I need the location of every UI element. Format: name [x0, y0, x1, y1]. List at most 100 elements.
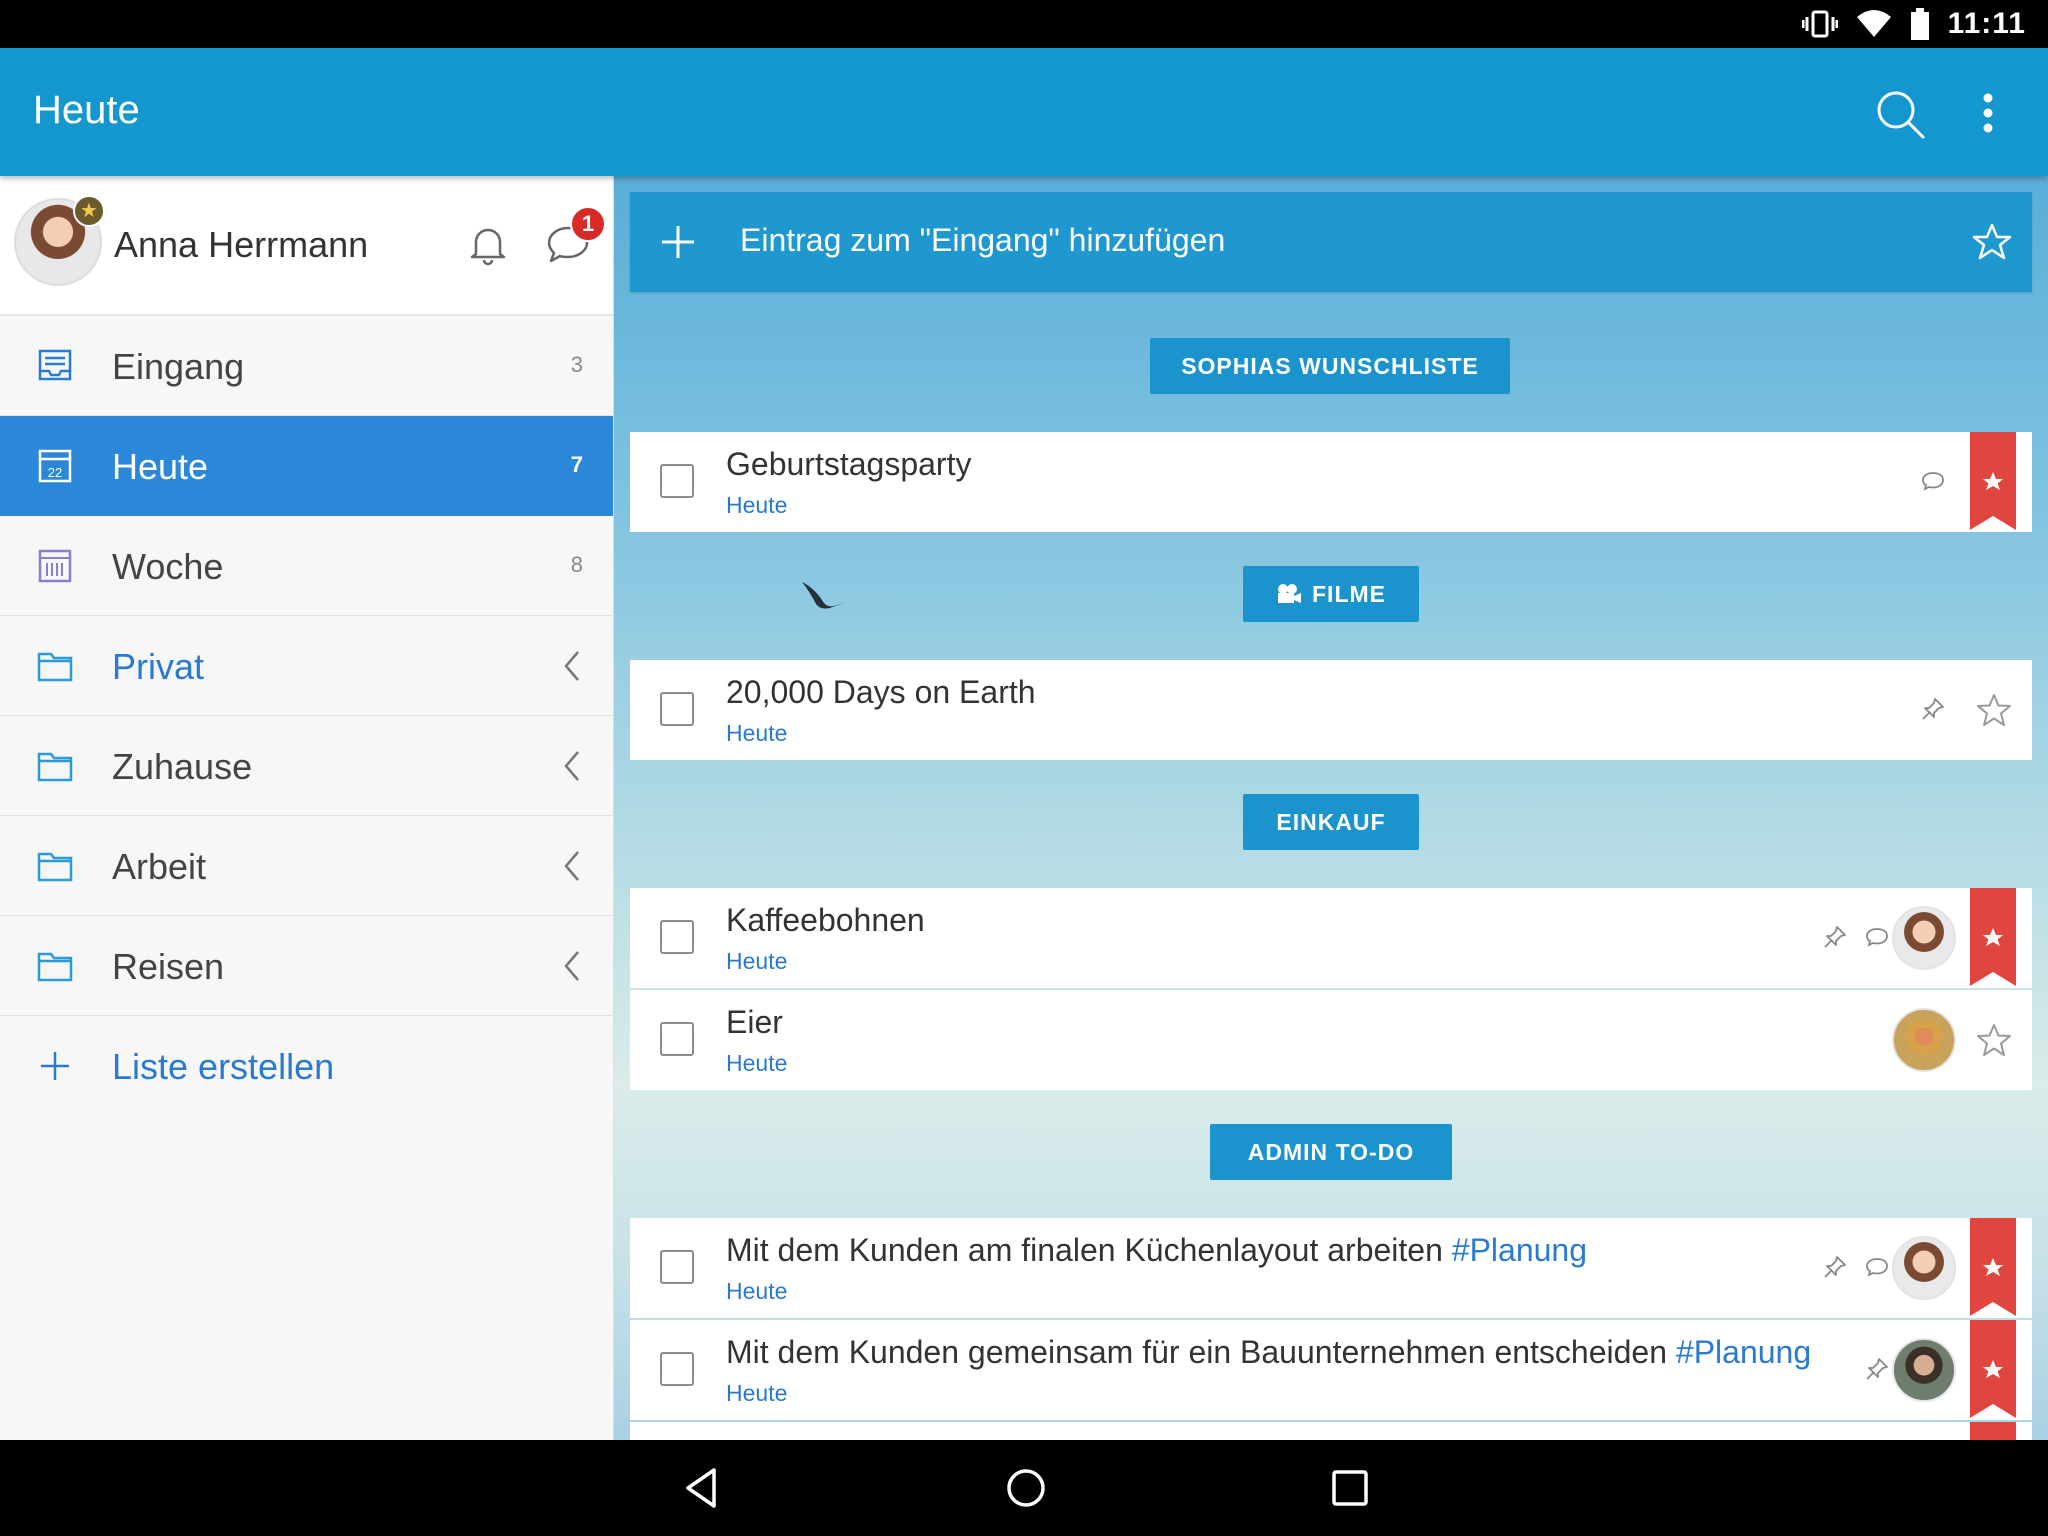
sidebar-item-heute[interactable]: 22 Heute 7 — [0, 416, 613, 516]
folder-icon — [37, 652, 73, 682]
task-title[interactable]: Mit dem Kunden am finalen Küchenlayout a… — [726, 1232, 1587, 1269]
chevron-left-icon[interactable] — [560, 648, 584, 684]
pin-icon — [1824, 1256, 1846, 1278]
starred-ribbon-icon[interactable] — [1970, 1422, 2016, 1440]
star-icon[interactable] — [1976, 692, 2012, 728]
sidebar-item-label: Reisen — [112, 946, 225, 987]
task-due-date: Heute — [726, 1050, 788, 1076]
task-row[interactable]: Kaffeebohnen Heute — [630, 888, 2032, 988]
pro-star-icon: ★ — [73, 195, 105, 227]
search-icon[interactable] — [1876, 90, 1926, 140]
bell-icon[interactable] — [464, 220, 512, 268]
recents-icon[interactable] — [1330, 1468, 1370, 1508]
chevron-left-icon[interactable] — [560, 748, 584, 784]
task-checkbox[interactable] — [660, 1352, 694, 1386]
back-icon[interactable] — [680, 1466, 724, 1510]
folder-icon — [37, 852, 73, 882]
home-icon[interactable] — [1004, 1466, 1048, 1510]
star-icon[interactable] — [1972, 222, 2012, 262]
task-title-text: Mit dem Kunden am finalen Küchenlayout a… — [726, 1232, 1443, 1268]
sidebar-item-zuhause[interactable]: Zuhause — [0, 716, 613, 816]
comment-icon — [1866, 1258, 1888, 1277]
inbox-icon — [38, 349, 72, 381]
page-title: Heute — [33, 88, 140, 132]
task-checkbox[interactable] — [660, 464, 694, 498]
user-name[interactable]: Anna Herrmann — [114, 224, 368, 266]
bird-illustration — [802, 582, 846, 609]
assignee-avatar[interactable] — [1892, 1008, 1956, 1072]
task-checkbox[interactable] — [660, 692, 694, 726]
movie-camera-icon — [1278, 584, 1301, 603]
assignee-avatar[interactable] — [1892, 906, 1956, 970]
hashtag-link[interactable]: #Planung — [1452, 1232, 1587, 1268]
chevron-left-icon[interactable] — [560, 848, 584, 884]
task-list-area: Eintrag zum "Eingang" hinzufügen SOPHIAS… — [614, 176, 2048, 1440]
task-row[interactable]: Eier Heute — [630, 990, 2032, 1090]
sidebar-item-count: 8 — [570, 552, 583, 577]
task-due-date: Heute — [726, 720, 788, 746]
status-bar: 11:11 — [0, 0, 2048, 48]
task-due-date: Heute — [726, 1278, 788, 1304]
add-task-input[interactable]: Eintrag zum "Eingang" hinzufügen — [740, 222, 1225, 259]
sidebar-item-label: Zuhause — [112, 746, 253, 787]
starred-ribbon-icon[interactable] — [1970, 888, 2016, 986]
sidebar-item-privat[interactable]: Privat — [0, 616, 613, 716]
more-options-icon[interactable] — [1968, 88, 2008, 138]
task-title[interactable]: Mit dem Kunden gemeinsam für ein Bauunte… — [726, 1334, 1811, 1371]
clock: 11:11 — [1947, 7, 2026, 40]
sidebar-item-label: Privat — [112, 646, 205, 687]
section-title: ADMIN TO-DO — [1247, 1138, 1415, 1165]
hashtag-link[interactable]: #Planung — [1676, 1334, 1811, 1370]
calendar-week-icon — [38, 549, 72, 583]
task-due-date: Heute — [726, 492, 788, 518]
section-title: SOPHIAS WUNSCHLISTE — [1181, 352, 1479, 379]
sidebar-item-count: 3 — [570, 352, 583, 377]
sidebar-item-arbeit[interactable]: Arbeit — [0, 816, 613, 916]
plus-icon — [41, 1052, 69, 1080]
sidebar-item-woche[interactable]: Woche 8 — [0, 516, 613, 616]
assignee-avatar[interactable] — [1892, 1338, 1956, 1402]
system-nav-bar — [0, 1440, 2048, 1536]
chevron-left-icon[interactable] — [560, 948, 584, 984]
task-row[interactable]: Geburtstagsparty Heute — [630, 432, 2032, 532]
app-bar: Heute — [0, 48, 2048, 176]
task-row[interactable]: 20,000 Days on Earth Heute — [630, 660, 2032, 760]
assignee-avatar[interactable] — [1892, 1236, 1956, 1300]
section-header[interactable]: ADMIN TO-DO — [1210, 1124, 1452, 1180]
task-title[interactable]: Kaffeebohnen — [726, 902, 925, 939]
task-title[interactable]: Geburtstagsparty — [726, 446, 971, 483]
starred-ribbon-icon[interactable] — [1970, 432, 2016, 530]
profile-header[interactable]: ★ Anna Herrmann 1 — [0, 176, 613, 316]
section-header[interactable]: SOPHIAS WUNSCHLISTE — [1150, 338, 1510, 394]
task-row[interactable]: Mit dem Kunden am finalen Küchenlayout a… — [630, 1218, 2032, 1318]
notification-badge: 1 — [570, 206, 606, 242]
add-task-bar[interactable]: Eintrag zum "Eingang" hinzufügen — [630, 192, 2032, 292]
vibrate-icon — [1801, 10, 1838, 38]
task-title[interactable]: 20,000 Days on Earth — [726, 674, 1036, 711]
task-checkbox[interactable] — [660, 1022, 694, 1056]
task-checkbox[interactable] — [660, 1250, 694, 1284]
star-icon[interactable] — [1976, 1022, 2012, 1058]
task-row[interactable]: Mit dem Kunden gemeinsam für ein Bauunte… — [630, 1320, 2032, 1420]
section-header[interactable]: EINKAUF — [1243, 794, 1419, 850]
battery-icon — [1910, 8, 1929, 40]
plus-icon — [662, 226, 694, 258]
task-title[interactable]: Eier — [726, 1004, 783, 1041]
sidebar-item-eingang[interactable]: Eingang 3 — [0, 316, 613, 416]
sidebar-item-reisen[interactable]: Reisen — [0, 916, 613, 1016]
sidebar-item-label: Arbeit — [112, 846, 207, 887]
section-title: EINKAUF — [1276, 808, 1386, 835]
sidebar-item-count: 7 — [570, 452, 583, 477]
create-list-button[interactable]: Liste erstellen — [0, 1016, 613, 1116]
folder-icon — [37, 952, 73, 982]
task-checkbox[interactable] — [660, 920, 694, 954]
task-title-text: Mit dem Kunden gemeinsam für ein Bauunte… — [726, 1334, 1668, 1370]
pin-icon — [1922, 698, 1944, 720]
starred-ribbon-icon[interactable] — [1970, 1218, 2016, 1316]
task-due-date: Heute — [726, 948, 788, 974]
starred-ribbon-icon[interactable] — [1970, 1320, 2016, 1418]
create-list-label: Liste erstellen — [112, 1046, 335, 1087]
sidebar-item-label: Eingang — [112, 346, 245, 387]
section-header[interactable]: FILME — [1243, 566, 1419, 622]
task-row-partial[interactable] — [630, 1422, 2032, 1440]
